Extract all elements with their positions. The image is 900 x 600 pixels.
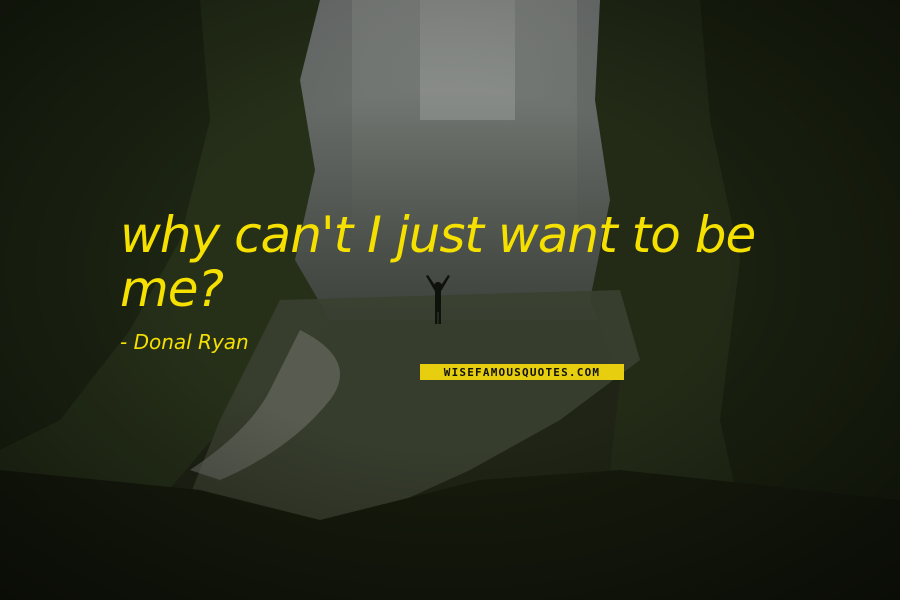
watermark-logo: WISEFAMOUSQUOTES.COM — [420, 364, 624, 380]
quote-text: why can't I just want to be me? — [120, 206, 756, 318]
quote-author: - Donal Ryan — [120, 330, 249, 354]
